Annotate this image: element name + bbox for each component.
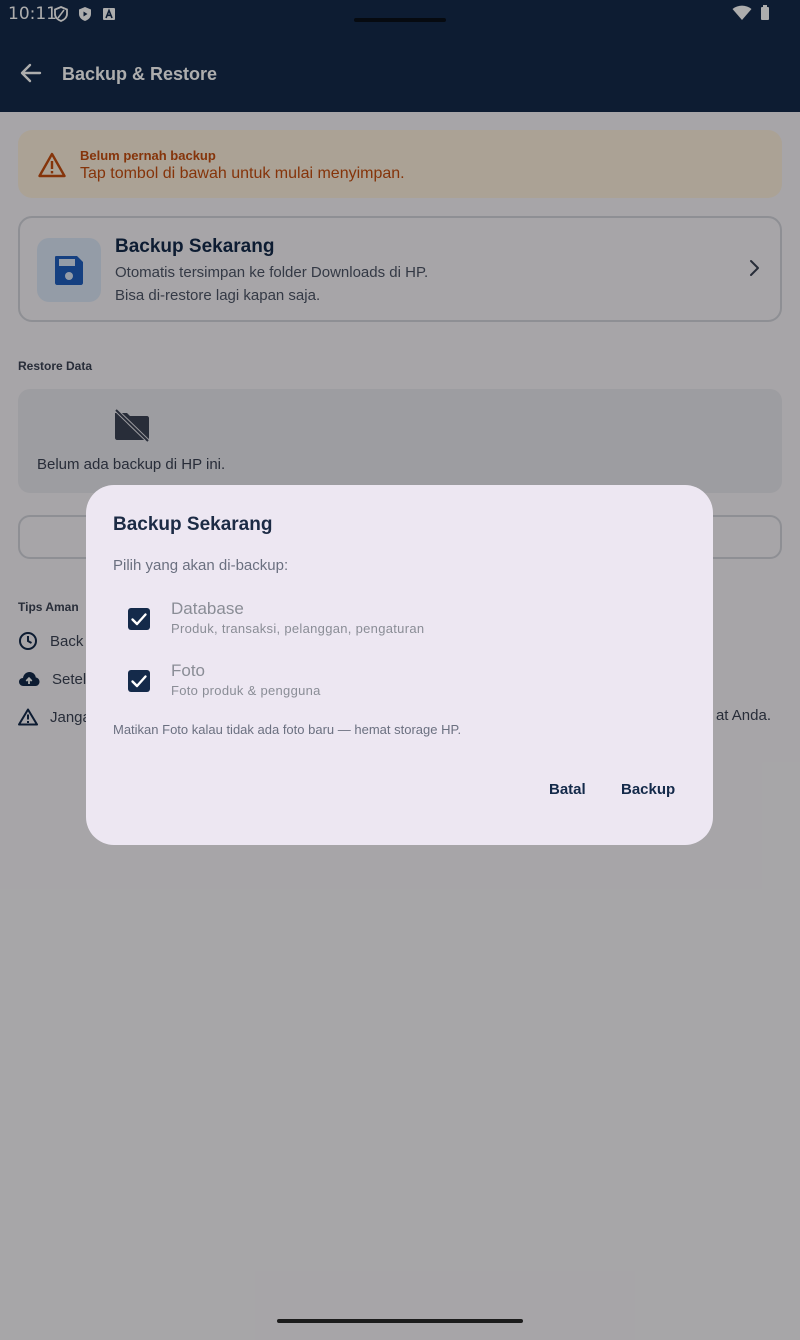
- home-indicator[interactable]: [277, 1319, 523, 1323]
- option-database[interactable]: Database Produk, transaksi, pelanggan, p…: [113, 596, 673, 646]
- dialog-title: Backup Sekarang: [113, 514, 273, 535]
- option-label: Database: [171, 599, 244, 618]
- foto-checkbox[interactable]: [128, 670, 150, 692]
- checkmark-icon: [131, 613, 147, 626]
- dialog-subtitle: Pilih yang akan di-backup:: [113, 557, 289, 574]
- dialog-note: Matikan Foto kalau tidak ada foto baru —…: [113, 722, 462, 737]
- option-foto[interactable]: Foto Foto produk & pengguna: [113, 658, 673, 708]
- backup-dialog: Backup Sekarang Pilih yang akan di-backu…: [86, 485, 713, 845]
- checkmark-icon: [131, 675, 147, 688]
- cancel-button[interactable]: Batal: [549, 781, 586, 798]
- option-description: Produk, transaksi, pelanggan, pengaturan: [171, 621, 425, 636]
- option-description: Foto produk & pengguna: [171, 683, 321, 698]
- database-checkbox[interactable]: [128, 608, 150, 630]
- option-label: Foto: [171, 661, 206, 680]
- backup-button[interactable]: Backup: [621, 781, 675, 798]
